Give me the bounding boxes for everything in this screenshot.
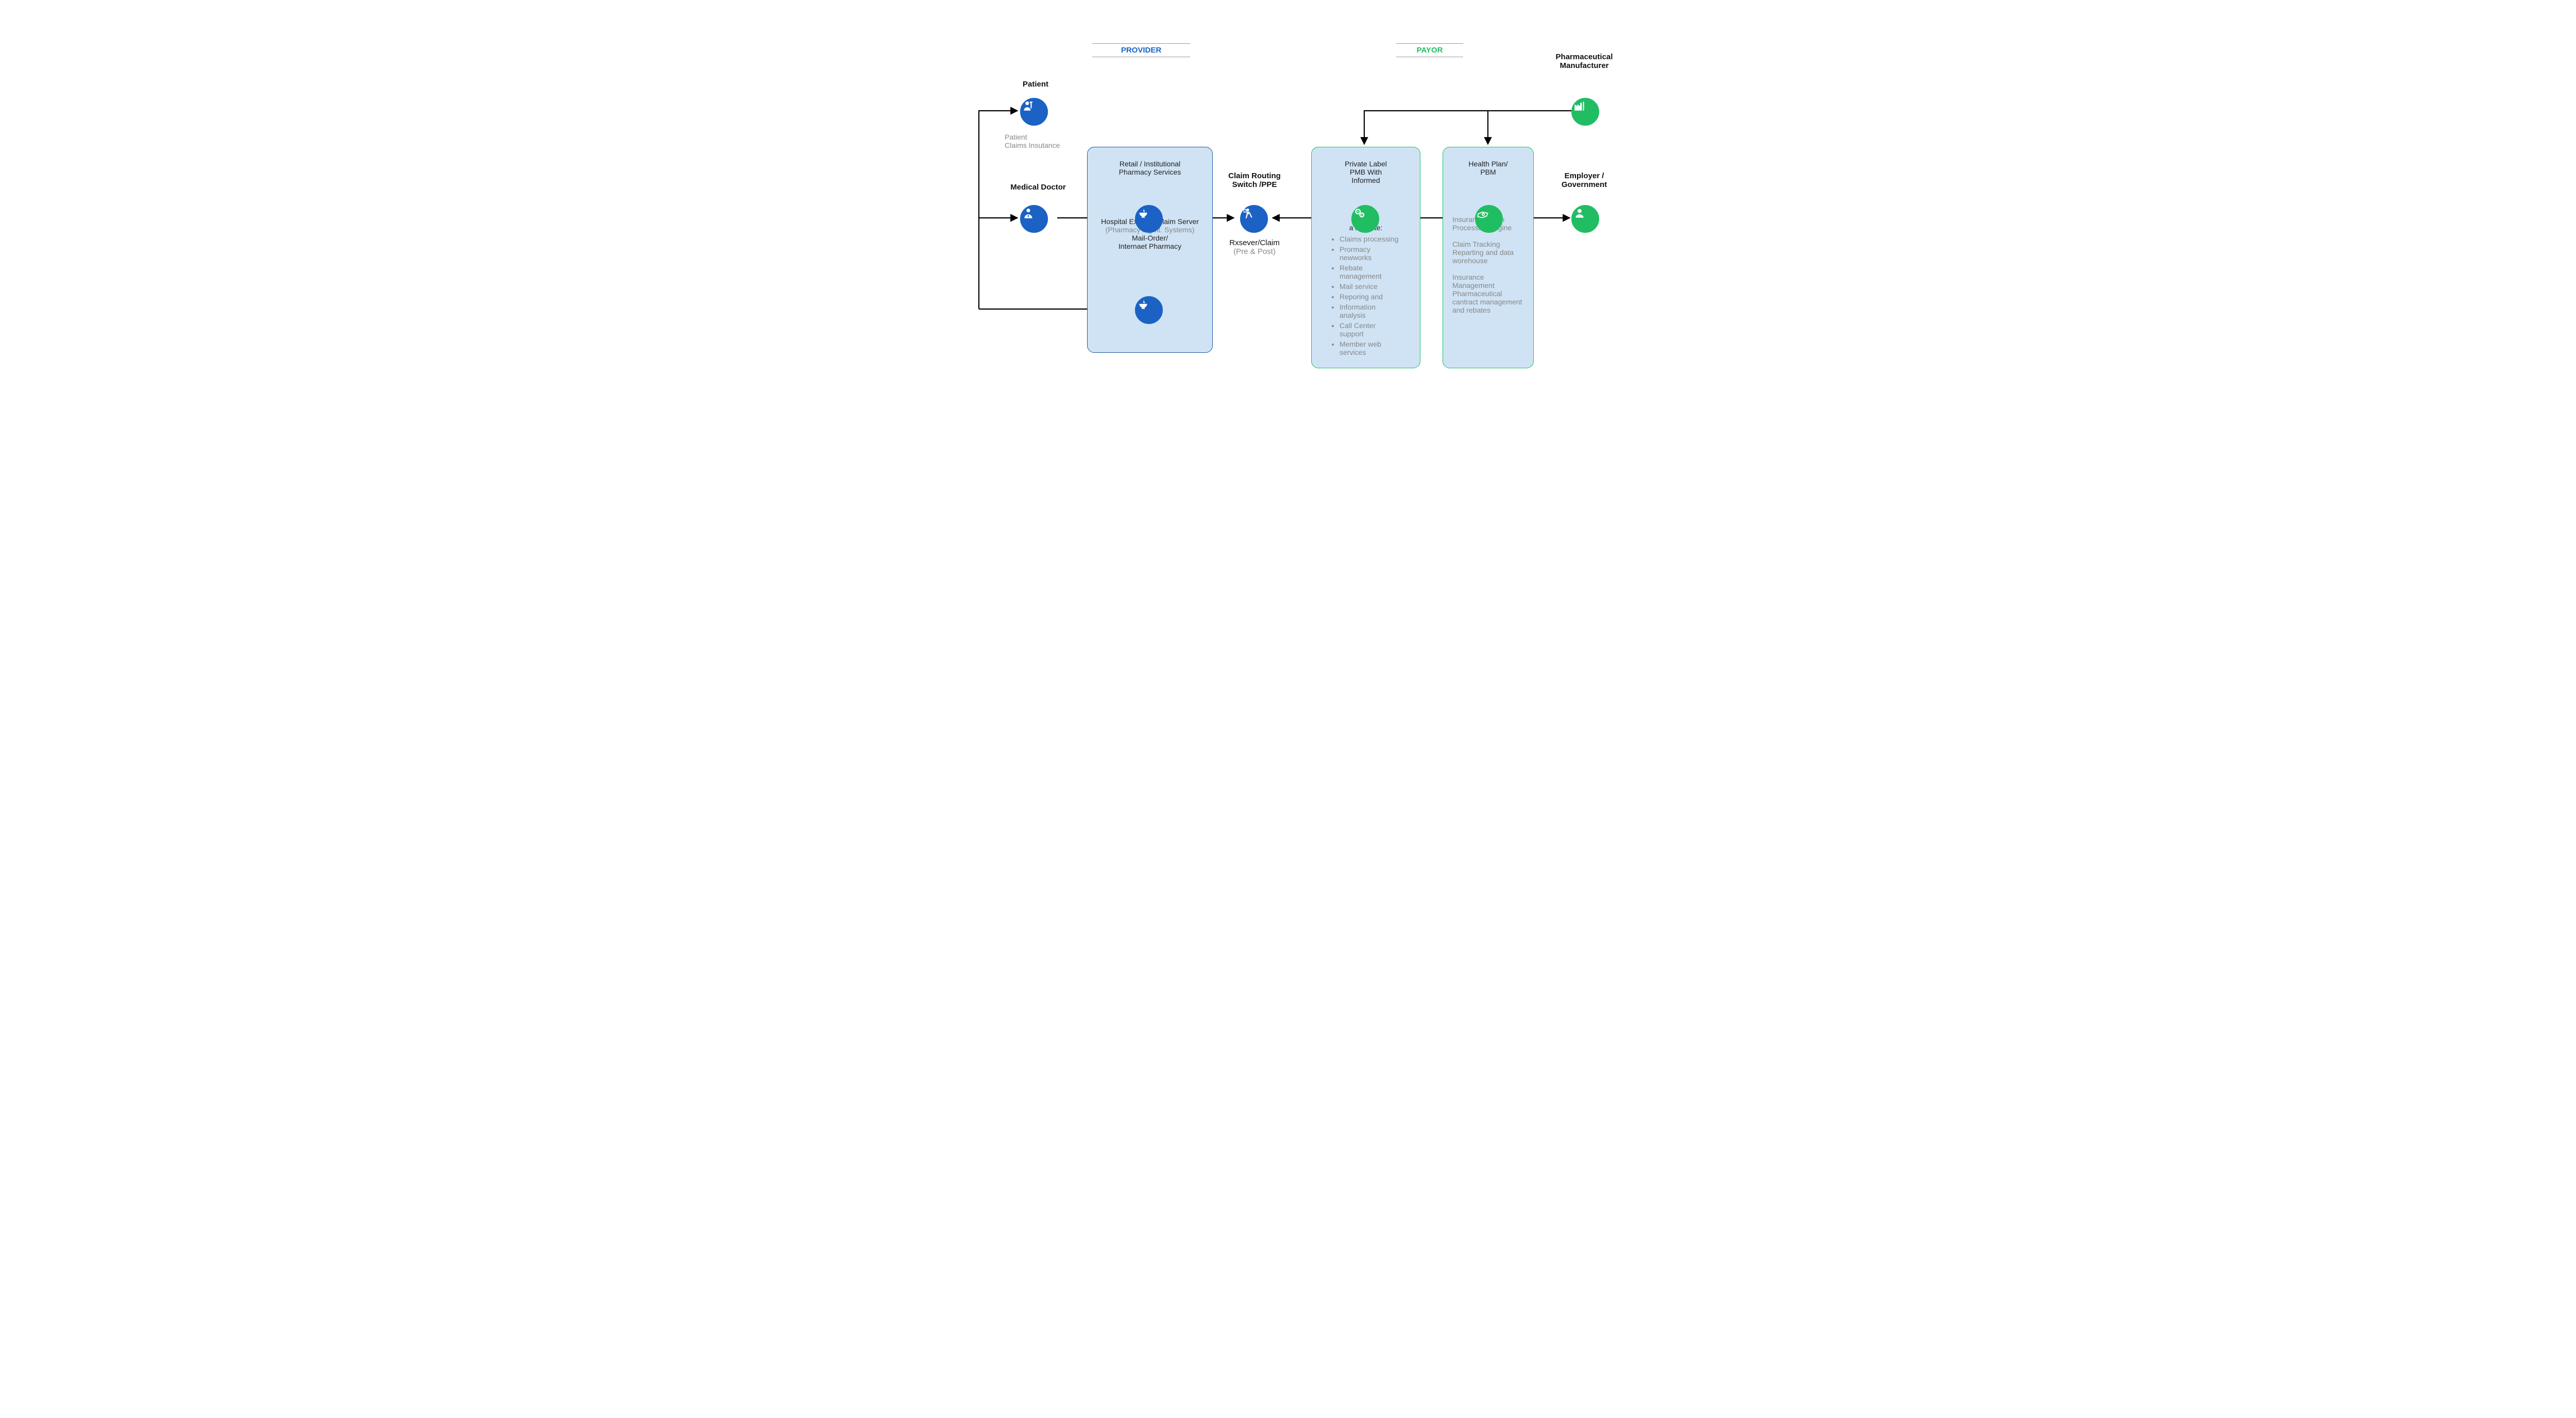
pmb-item: Rebate management (1340, 264, 1400, 280)
plan-p3: Insurance Management Pharmaceutical cant… (1452, 273, 1524, 314)
provider-box-line-2: Mail-Order/ (1098, 234, 1202, 242)
header-pharma: Pharmaceutical Manufacturer (1538, 53, 1631, 70)
pmb-item: Call Center support (1340, 321, 1400, 338)
pmb-item: Prormacy newworks (1340, 245, 1400, 262)
provider-box-title-2: Pharmacy Services (1098, 168, 1202, 176)
header-provider: PROVIDER (1092, 41, 1190, 59)
pmb-title-2: PMB With (1322, 168, 1410, 176)
router-sub-1: Rxsever/Claim (1229, 238, 1280, 247)
pmb-item: Mail service (1340, 282, 1400, 291)
patient-note-1: Patient (1005, 133, 1027, 141)
healthplan-box: Health Plan/ PBM Insurance Claim Process… (1443, 147, 1534, 368)
gears-icon (1351, 205, 1379, 233)
router-label: Claim Routing Switch /PPE (1218, 172, 1291, 189)
patient-note-2: Claims Insutance (1005, 141, 1060, 149)
pmb-item-list: Claims processing Prormacy newworks Rebate… (1331, 235, 1400, 356)
router-icon (1240, 205, 1268, 233)
factory-icon (1571, 98, 1599, 126)
employer-line-1: Employer / (1565, 172, 1604, 180)
pmb-item: Reporing and (1340, 293, 1400, 301)
pmb-item: Claims processing (1340, 235, 1400, 243)
mortar-icon-1 (1135, 205, 1163, 233)
pmb-title-1: Private Label (1322, 160, 1410, 168)
money-icon (1475, 205, 1503, 233)
pmb-box: Private Label PMB With Informed a la Car… (1311, 147, 1420, 368)
patient-icon (1020, 98, 1048, 126)
doctor-icon (1020, 205, 1048, 233)
person-icon (1571, 205, 1599, 233)
label-patient: Patient (1010, 80, 1061, 89)
label-medical-doctor: Medical Doctor (1002, 183, 1074, 192)
diagram-canvas: PROVIDER PAYOR Pharmaceutical Manufactur… (902, 0, 1674, 422)
router-title-2: Switch /PPE (1232, 180, 1277, 189)
plan-title-2: PBM (1451, 168, 1525, 176)
patient-note: Patient Claims Insutance (1005, 133, 1060, 149)
pmb-item: Information analysis (1340, 303, 1400, 319)
employer-line-2: Government (1562, 180, 1607, 189)
router-sub: Rxsever/Claim (Pre & Post) (1218, 238, 1291, 256)
mortar-icon-2 (1135, 296, 1163, 324)
pmb-title-3: Informed (1322, 176, 1410, 184)
plan-title-1: Health Plan/ (1451, 160, 1525, 168)
router-title-1: Claim Routing (1228, 172, 1281, 180)
provider-box-line-3: Internaet Pharmacy (1098, 242, 1202, 250)
router-sub-2: (Pre & Post) (1233, 247, 1276, 256)
header-provider-text: PROVIDER (1092, 46, 1190, 55)
provider-box-title-1: Retail / Institutional (1098, 160, 1202, 168)
pmb-item: Member web services (1340, 340, 1400, 356)
plan-p2: Claim Tracking Reparting and data woreho… (1452, 240, 1524, 265)
header-payor-text: PAYOR (1396, 46, 1463, 55)
label-employer: Employer / Government (1551, 172, 1618, 189)
header-payor: PAYOR (1396, 41, 1463, 59)
